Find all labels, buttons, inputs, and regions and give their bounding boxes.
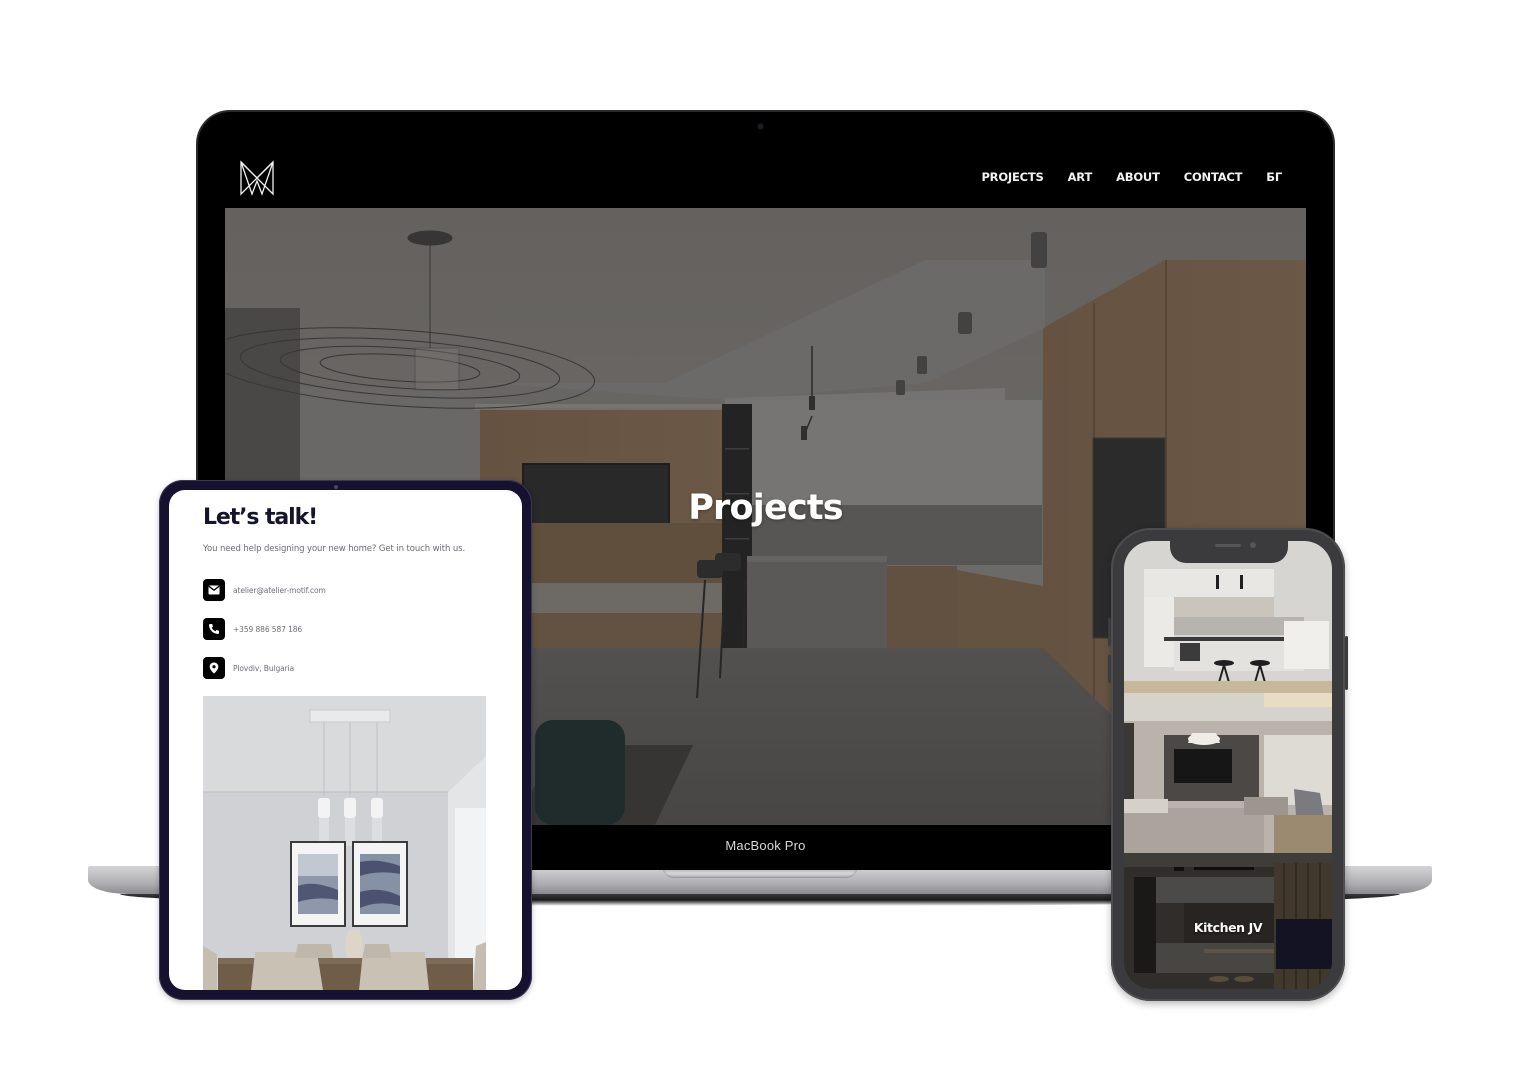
dining-room-photo [203,696,486,990]
nav-about[interactable]: ABOUT [1116,170,1160,184]
nav-language-bg[interactable]: БГ [1266,170,1282,184]
phone-power-button [1345,636,1348,690]
nav-art[interactable]: ART [1068,170,1093,184]
location-pin-icon [203,657,225,679]
phone-speaker [1215,544,1241,547]
nav-projects[interactable]: PROJECTS [981,170,1043,184]
tablet-camera [334,485,338,489]
dining-room-illustration [203,696,486,990]
contact-subtitle: You need help designing your new home? G… [203,544,466,554]
contact-email[interactable]: atelier@atelier-motif.com [233,586,326,595]
mail-icon [203,579,225,601]
living-room-photo[interactable] [1124,693,1332,853]
contact-title: Let’s talk! [203,505,318,530]
contact-phone-row[interactable]: +359 886 587 186 [203,618,302,640]
laptop-camera [758,124,763,129]
contact-location-row: Plovdiv, Bulgaria [203,657,294,679]
site-logo[interactable] [238,159,276,197]
phone-icon [203,618,225,640]
phone-front-camera [1250,542,1256,548]
phone-volume-up-button [1108,618,1111,646]
project-label[interactable]: Kitchen JV [1124,920,1332,935]
white-kitchen-photo[interactable] [1124,541,1332,693]
atelier-motif-logo-icon [240,160,274,196]
site-nav: PROJECTS ART ABOUT CONTACT БГ [981,170,1282,184]
contact-location: Plovdiv, Bulgaria [233,663,295,673]
phone-volume-down-button [1108,655,1111,683]
nav-contact[interactable]: CONTACT [1184,170,1243,184]
contact-email-row[interactable]: atelier@atelier-motif.com [203,579,326,601]
contact-phone[interactable]: +359 886 587 186 [233,625,302,634]
